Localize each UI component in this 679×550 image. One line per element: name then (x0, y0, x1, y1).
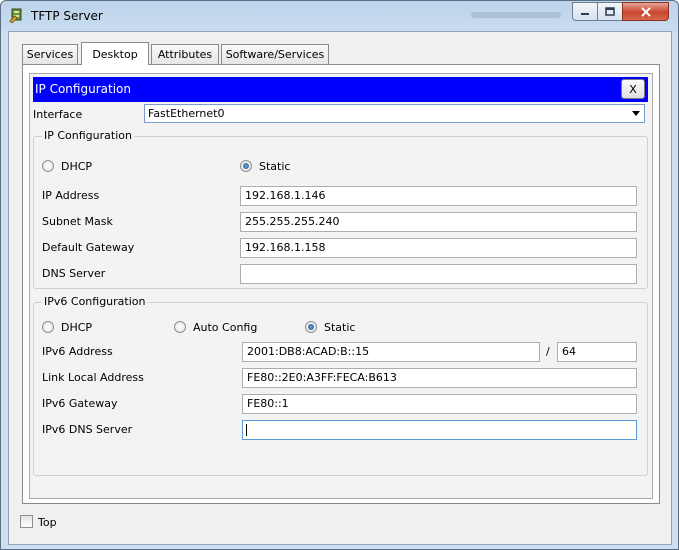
default-gateway-label: Default Gateway (42, 241, 135, 254)
subnet-mask-input[interactable]: 255.255.255.240 (240, 212, 637, 232)
ipv6-dns-server-label: IPv6 DNS Server (42, 423, 133, 436)
top-checkbox[interactable] (20, 515, 33, 528)
link-local-address-input[interactable]: FE80::2E0:A3FF:FECA:B613 (242, 368, 637, 388)
ipv6-static-label: Static (324, 321, 356, 334)
tab-software-services[interactable]: Software/Services (221, 44, 329, 64)
tftp-server-window: TFTP Server Services Desktop Attributes … (0, 0, 679, 550)
obscured-title-area (471, 12, 561, 18)
tab-attributes[interactable]: Attributes (151, 44, 219, 64)
ipv6-dns-server-input[interactable] (242, 420, 637, 440)
ipv6-prefix-length-input[interactable]: 64 (557, 342, 637, 362)
ipv6-static-radio[interactable] (305, 321, 317, 333)
interface-select[interactable]: FastEthernet0 (144, 104, 645, 123)
maximize-icon (605, 7, 615, 16)
ip-configuration-header: IP Configuration X (33, 77, 648, 102)
dropdown-arrow-icon (632, 111, 640, 116)
window-client-area: Services Desktop Attributes Software/Ser… (8, 31, 672, 545)
ipv4-static-radio[interactable] (240, 160, 252, 172)
ipv4-static-label: Static (259, 160, 291, 173)
ipv6-auto-config-label: Auto Config (193, 321, 258, 334)
ipv4-dhcp-radio[interactable] (42, 160, 54, 172)
interface-label: Interface (33, 108, 83, 121)
dns-server-input[interactable] (240, 264, 637, 284)
ipv6-auto-config-radio[interactable] (174, 321, 186, 333)
interface-select-value: FastEthernet0 (148, 107, 225, 120)
close-window-button[interactable] (622, 2, 669, 21)
ip-configuration-panel: IP Configuration X Interface FastEtherne… (29, 73, 653, 499)
ipv6-config-group: IPv6 Configuration DHCP Auto Config Stat… (33, 295, 648, 476)
ipv6-gateway-label: IPv6 Gateway (42, 397, 118, 410)
maximize-button[interactable] (597, 2, 623, 21)
dns-server-label: DNS Server (42, 267, 106, 280)
ipv4-dhcp-label: DHCP (61, 160, 93, 173)
ip-address-label: IP Address (42, 189, 100, 202)
link-local-address-label: Link Local Address (42, 371, 144, 384)
minimize-icon (581, 12, 589, 15)
close-icon (640, 6, 651, 17)
close-ip-config-button[interactable]: X (621, 79, 645, 99)
ip-address-input[interactable]: 192.168.1.146 (240, 186, 637, 206)
window-title: TFTP Server (31, 9, 103, 23)
tab-desktop[interactable]: Desktop (81, 42, 149, 65)
ipv4-config-group: IP Configuration DHCP Static IP Address … (33, 129, 648, 289)
title-bar[interactable]: TFTP Server (1, 1, 678, 31)
server-app-icon (9, 8, 22, 23)
subnet-mask-label: Subnet Mask (42, 215, 113, 228)
top-checkbox-label: Top (38, 516, 57, 529)
ipv6-dhcp-label: DHCP (61, 321, 93, 334)
text-caret (246, 424, 247, 436)
ipv6-dhcp-radio[interactable] (42, 321, 54, 333)
desktop-tab-panel: IP Configuration X Interface FastEtherne… (22, 64, 660, 504)
prefix-slash: / (546, 345, 550, 358)
ipv6-group-title: IPv6 Configuration (42, 295, 148, 308)
minimize-button[interactable] (572, 2, 598, 21)
tab-services[interactable]: Services (22, 44, 78, 64)
ipv6-address-input[interactable]: 2001:DB8:ACAD:B::15 (242, 342, 540, 362)
ip-configuration-heading: IP Configuration (35, 82, 131, 96)
default-gateway-input[interactable]: 192.168.1.158 (240, 238, 637, 258)
ipv6-address-label: IPv6 Address (42, 345, 113, 358)
ipv6-gateway-input[interactable]: FE80::1 (242, 394, 637, 414)
ipv4-group-title: IP Configuration (42, 129, 134, 142)
